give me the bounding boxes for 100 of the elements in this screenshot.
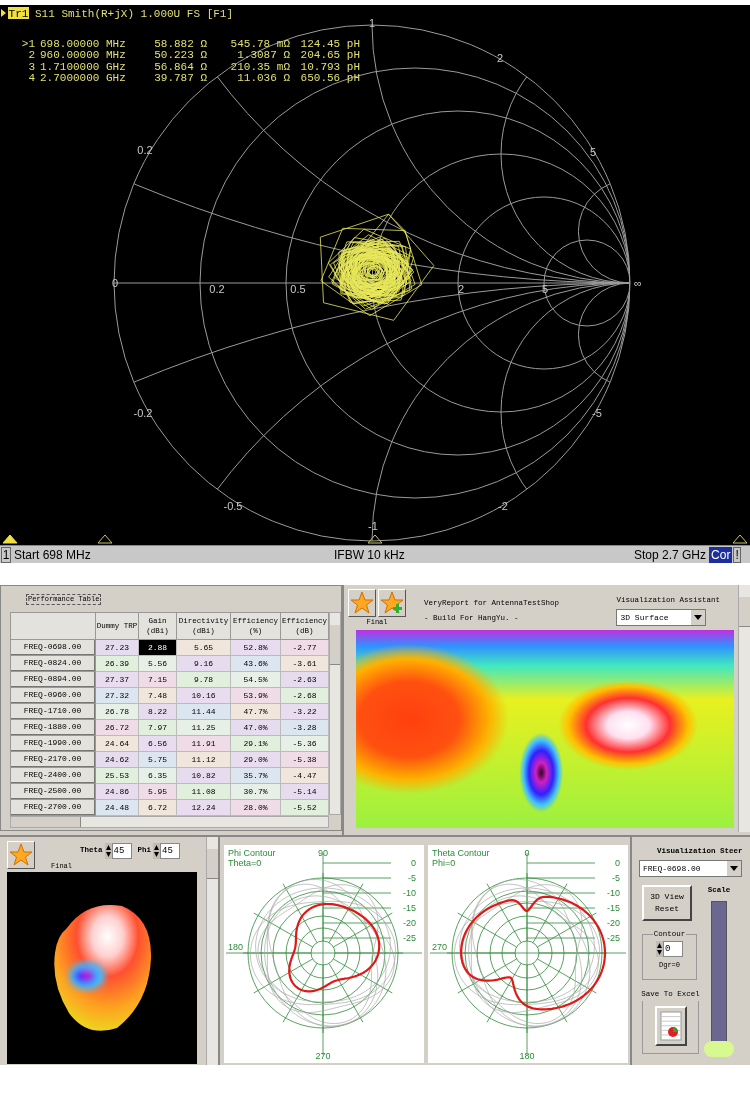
reactance-readout: 1.3087 Ω: [237, 49, 290, 62]
row-header-button[interactable]: FREQ-2170.00: [11, 752, 95, 767]
spin-button[interactable]: [656, 940, 663, 957]
frequency-dropdown[interactable]: FREQ-0698.00: [639, 860, 742, 878]
ring-label: 0: [615, 858, 620, 868]
ring-label: -5: [612, 873, 620, 883]
channel-number: 1: [1, 546, 11, 563]
axis-label: -1: [368, 520, 378, 532]
view-mode-dropdown[interactable]: 3D Surface: [616, 609, 707, 627]
favorite-button[interactable]: [348, 589, 376, 617]
row-header-button[interactable]: FREQ-2500.00: [11, 784, 95, 799]
ring-label: -5: [408, 873, 416, 883]
resistance-readout: 39.787 Ω: [154, 71, 207, 84]
horizontal-scrollbar[interactable]: [10, 816, 329, 828]
capacitance-readout: 204.65 pH: [300, 49, 360, 62]
vertical-scrollbar[interactable]: [738, 585, 750, 832]
row-header-button[interactable]: FREQ-0698.00: [11, 640, 95, 655]
frequency-readout: 2.7000000 GHz: [40, 71, 126, 84]
capacitance-readout: 10.793 pH: [300, 60, 360, 73]
correction-indicator: Cor: [709, 546, 733, 563]
axis-label: -0.2: [133, 407, 153, 419]
axis-label: -2: [498, 500, 508, 512]
axis-label: 2: [496, 52, 504, 64]
axis-label: 0.5: [290, 283, 306, 295]
vertical-scrollbar[interactable]: [206, 837, 218, 1065]
capacitance-readout: 124.45 pH: [300, 38, 360, 50]
resistance-readout: 56.864 Ω: [154, 60, 207, 73]
axis-label: 5: [541, 283, 549, 295]
ring-label: -20: [403, 918, 416, 928]
row-header-button[interactable]: FREQ-1990.00: [11, 736, 95, 751]
add-favorite-button[interactable]: [378, 589, 406, 617]
plot-subtitle: Theta=0: [228, 858, 262, 868]
axis-label: -5: [592, 407, 602, 419]
trace-title: S11 Smith(R+jX) 1.000U FS [F1]: [35, 7, 234, 20]
ring-label: -10: [607, 888, 620, 898]
star-icon: [350, 591, 374, 615]
row-header-button[interactable]: FREQ-0824.00: [11, 656, 95, 671]
angle-label: 0: [524, 848, 530, 858]
ring-label: -15: [403, 903, 416, 913]
favorite-button[interactable]: [7, 841, 35, 869]
resistance-readout: 50.223 Ω: [154, 49, 207, 62]
dropdown-value: FREQ-0698.00: [642, 862, 702, 875]
angle-label: 90: [318, 848, 328, 858]
marker-label: 3: [28, 60, 35, 73]
angle-input[interactable]: 45: [160, 843, 181, 859]
row-header-button[interactable]: FREQ-1880.00: [11, 720, 95, 735]
resistance-readout: 58.882 Ω: [154, 38, 207, 50]
frequency-readout: 698.00000 MHz: [40, 38, 126, 50]
angle-label: 270: [432, 942, 448, 952]
axis-label: 2: [457, 283, 465, 295]
plot-subtitle: Phi=0: [432, 858, 456, 868]
plot-title: Theta Contour: [432, 848, 490, 858]
reactance-readout: 11.036 Ω: [237, 71, 290, 84]
frequency-readout: 1.7100000 GHz: [40, 60, 126, 73]
row-header-button[interactable]: FREQ-2400.00: [11, 768, 95, 783]
trace-badge[interactable]: Tr1: [8, 7, 29, 20]
row-header-button[interactable]: FREQ-2700.00: [11, 800, 95, 815]
ifbw-readout: IFBW 10 kHz: [334, 546, 406, 564]
start-frequency: Start 698 MHz: [14, 546, 92, 564]
export-excel-button[interactable]: [654, 1005, 687, 1046]
row-header-button[interactable]: FREQ-0894.00: [11, 672, 95, 687]
vertical-scrollbar[interactable]: [329, 612, 341, 815]
angle-label: 180: [228, 942, 244, 952]
alert-indicator: !: [733, 546, 741, 563]
ring-label: -25: [403, 933, 416, 943]
spin-button[interactable]: [153, 843, 161, 859]
view-reset-button[interactable]: 3D View Reset: [642, 885, 692, 922]
star-plus-icon: [380, 591, 404, 615]
ring-label: -20: [607, 918, 620, 928]
axis-label: -0.5: [223, 500, 243, 512]
axis-label: ∞: [634, 277, 642, 289]
capacitance-readout: 650.56 pH: [300, 71, 360, 84]
reactance-readout: 545.78 mΩ: [230, 38, 290, 50]
ring-label: -25: [607, 933, 620, 943]
axis-label: 5: [589, 146, 597, 158]
angle-label: 180: [519, 1051, 535, 1061]
row-header-button[interactable]: FREQ-1710.00: [11, 704, 95, 719]
spreadsheet-chart-icon: [659, 1010, 682, 1041]
reactance-readout: 210.35 mΩ: [230, 60, 290, 73]
frequency-readout: 960.00000 MHz: [40, 49, 126, 62]
axis-label: 1: [368, 17, 376, 29]
ring-label: 0: [411, 858, 416, 868]
spin-button[interactable]: [104, 843, 112, 859]
axis-label: 0.2: [137, 144, 153, 156]
ring-label: -10: [403, 888, 416, 898]
angle-input[interactable]: 45: [111, 843, 132, 859]
marker-label: >1: [21, 38, 35, 50]
angle-label: 270: [315, 1051, 331, 1061]
row-header-button[interactable]: FREQ-0960.00: [11, 688, 95, 703]
stop-frequency: Stop 2.7 GHz: [634, 546, 707, 564]
axis-label: 0.2: [209, 283, 225, 295]
star-icon: [9, 843, 33, 867]
axis-label: 0: [111, 277, 119, 289]
plot-title: Phi Contour: [228, 848, 276, 858]
slider-thumb[interactable]: [704, 1040, 734, 1057]
marker-label: 2: [28, 49, 35, 62]
marker-label: 4: [28, 71, 35, 84]
dropdown-value: 3D Surface: [619, 611, 670, 624]
ring-label: -15: [607, 903, 620, 913]
scale-slider[interactable]: [704, 900, 734, 1057]
